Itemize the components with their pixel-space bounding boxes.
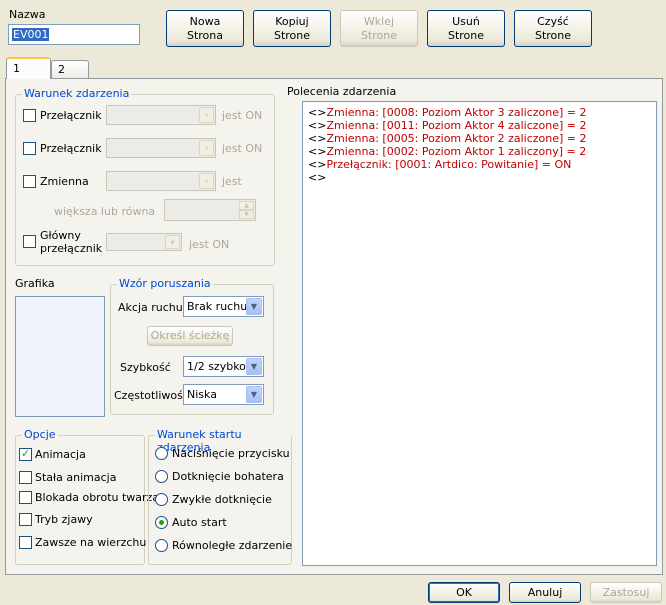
stepping-checkbox[interactable] — [19, 471, 32, 484]
command-text: Zmienna: [0002: Poziom Aktor 1 zaliczony… — [326, 145, 587, 158]
trigger-player-touch-label: Dotknięcie bohatera — [172, 470, 284, 483]
command-prefix: <> — [308, 158, 327, 171]
switch2-label: Przełącznik — [40, 142, 102, 155]
commands-title: Polecenia zdarzenia — [287, 85, 397, 98]
tab-page-2[interactable]: 2 — [51, 60, 89, 78]
tab-page-1[interactable]: 1 — [6, 57, 51, 79]
switch1-browse-icon[interactable]: › — [199, 107, 214, 123]
new-page-button[interactable]: Nowa Strona — [166, 10, 244, 47]
set-route-button[interactable]: Określ ścieżkę — [147, 326, 233, 346]
animation-checkbox[interactable] — [19, 447, 32, 461]
apply-button[interactable]: Zastosuj — [590, 582, 662, 603]
direction-fix-label: Blokada obrotu twarzą — [35, 491, 160, 504]
variable-label: Zmienna — [40, 175, 89, 188]
switch2-suffix: jest ON — [222, 142, 263, 155]
animation-label: Animacja — [35, 448, 86, 461]
speed-value: 1/2 szybkoś — [187, 360, 252, 373]
trigger-autorun-label: Auto start — [172, 516, 227, 529]
ge-label: większa lub równa — [54, 205, 156, 218]
spin-up-icon[interactable]: ▲ — [239, 201, 254, 210]
switch1-checkbox[interactable] — [23, 109, 36, 122]
command-prefix: <> — [308, 106, 327, 119]
command-prefix: <> — [308, 119, 327, 132]
command-text: Zmienna: [0008: Poziom Aktor 3 zaliczone… — [326, 106, 587, 119]
stepping-label: Stała animacja — [35, 471, 117, 484]
graphics-label: Grafika — [15, 277, 55, 290]
trigger-parallel-label: Równoległe zdarzenie — [172, 539, 293, 552]
command-prefix: <> — [308, 171, 327, 184]
options-title: Opcje — [22, 428, 58, 441]
trigger-autorun-radio[interactable] — [155, 516, 168, 529]
command-line[interactable]: <>Przełącznik: [0001: Artdico: Powitanie… — [308, 158, 651, 171]
paste-page-button[interactable]: Wklej Strone — [340, 10, 418, 47]
command-line[interactable]: <>Zmienna: [0011: Poziom Aktor 4 zaliczo… — [308, 119, 651, 132]
commands-list[interactable]: <>Zmienna: [0008: Poziom Aktor 3 zaliczo… — [302, 101, 657, 566]
always-on-top-checkbox[interactable] — [19, 536, 32, 549]
command-text: Zmienna: [0005: Poziom Aktor 2 zaliczone… — [326, 132, 587, 145]
frequency-label: Częstotliwość — [114, 389, 189, 402]
trigger-action-radio[interactable] — [155, 447, 168, 460]
trigger-parallel-radio[interactable] — [155, 539, 168, 552]
speed-dropdown-icon[interactable]: ▼ — [246, 358, 262, 375]
movement-title: Wzór poruszania — [117, 277, 213, 290]
move-type-select[interactable]: Brak ruchu ▼ — [183, 296, 264, 317]
trigger-action-label: Naciśnięcie przycisku — [172, 447, 290, 460]
frequency-dropdown-icon[interactable]: ▼ — [246, 386, 262, 403]
through-checkbox[interactable] — [19, 513, 32, 526]
switch2-field[interactable]: › — [106, 138, 216, 158]
switch2-browse-icon[interactable]: › — [199, 140, 214, 156]
move-type-label: Akcja ruchu — [118, 301, 183, 314]
self-switch-select[interactable]: ▾ — [106, 233, 182, 251]
command-prefix: <> — [308, 145, 327, 158]
self-switch-label: Główny przełącznik — [40, 229, 103, 255]
through-label: Tryb zjawy — [35, 513, 93, 526]
direction-fix-checkbox[interactable] — [19, 491, 32, 504]
self-switch-suffix: jest ON — [189, 238, 230, 251]
command-line[interactable]: <>Zmienna: [0008: Poziom Aktor 3 zaliczo… — [308, 106, 651, 119]
command-line[interactable]: <>Zmienna: [0002: Poziom Aktor 1 zaliczo… — [308, 145, 651, 158]
variable-browse-icon[interactable]: › — [199, 173, 214, 189]
variable-value-spinner[interactable]: ▲ ▼ — [164, 199, 256, 221]
always-on-top-label: Zawsze na wierzchu — [35, 536, 147, 549]
graphic-preview[interactable] — [15, 296, 105, 417]
delete-page-button[interactable]: Usuń Strone — [427, 10, 505, 47]
frequency-value: Niska — [187, 388, 217, 401]
variable-suffix: jest — [222, 175, 242, 188]
trigger-event-touch-radio[interactable] — [155, 493, 168, 506]
variable-field[interactable]: › — [106, 171, 216, 191]
command-text: Przełącznik: [0001: Artdico: Powitanie] … — [326, 158, 572, 171]
switch1-field[interactable]: › — [106, 105, 216, 125]
name-input[interactable]: EV001 — [8, 24, 140, 45]
spin-down-icon[interactable]: ▼ — [239, 210, 254, 219]
self-switch-checkbox[interactable] — [23, 235, 36, 248]
copy-page-button[interactable]: Kopiuj Strone — [253, 10, 331, 47]
command-line[interactable]: <> — [308, 171, 651, 184]
self-switch-dropdown-icon[interactable]: ▾ — [165, 235, 180, 249]
tab-page-1-label: 1 — [13, 62, 20, 75]
switch2-checkbox[interactable] — [23, 142, 36, 155]
command-line[interactable]: <>Zmienna: [0005: Poziom Aktor 2 zaliczo… — [308, 132, 651, 145]
name-value: EV001 — [12, 28, 50, 41]
ok-button[interactable]: OK — [428, 582, 500, 603]
speed-select[interactable]: 1/2 szybkoś ▼ — [183, 356, 264, 377]
clear-page-button[interactable]: Czyść Strone — [514, 10, 592, 47]
switch1-label: Przełącznik — [40, 109, 102, 122]
move-type-dropdown-icon[interactable]: ▼ — [246, 298, 262, 315]
name-label: Nazwa — [9, 8, 46, 21]
speed-label: Szybkość — [120, 361, 171, 374]
conditions-title: Warunek zdarzenia — [22, 87, 132, 100]
cancel-button[interactable]: Anuluj — [509, 582, 581, 603]
move-type-value: Brak ruchu — [187, 300, 248, 313]
command-prefix: <> — [308, 132, 327, 145]
switch1-suffix: jest ON — [222, 109, 263, 122]
frequency-select[interactable]: Niska ▼ — [183, 384, 264, 405]
command-text: Zmienna: [0011: Poziom Aktor 4 zaliczone… — [326, 119, 587, 132]
variable-checkbox[interactable] — [23, 175, 36, 188]
tab-page-2-label: 2 — [58, 63, 65, 76]
trigger-event-touch-label: Zwykłe dotknięcie — [172, 493, 272, 506]
trigger-player-touch-radio[interactable] — [155, 470, 168, 483]
